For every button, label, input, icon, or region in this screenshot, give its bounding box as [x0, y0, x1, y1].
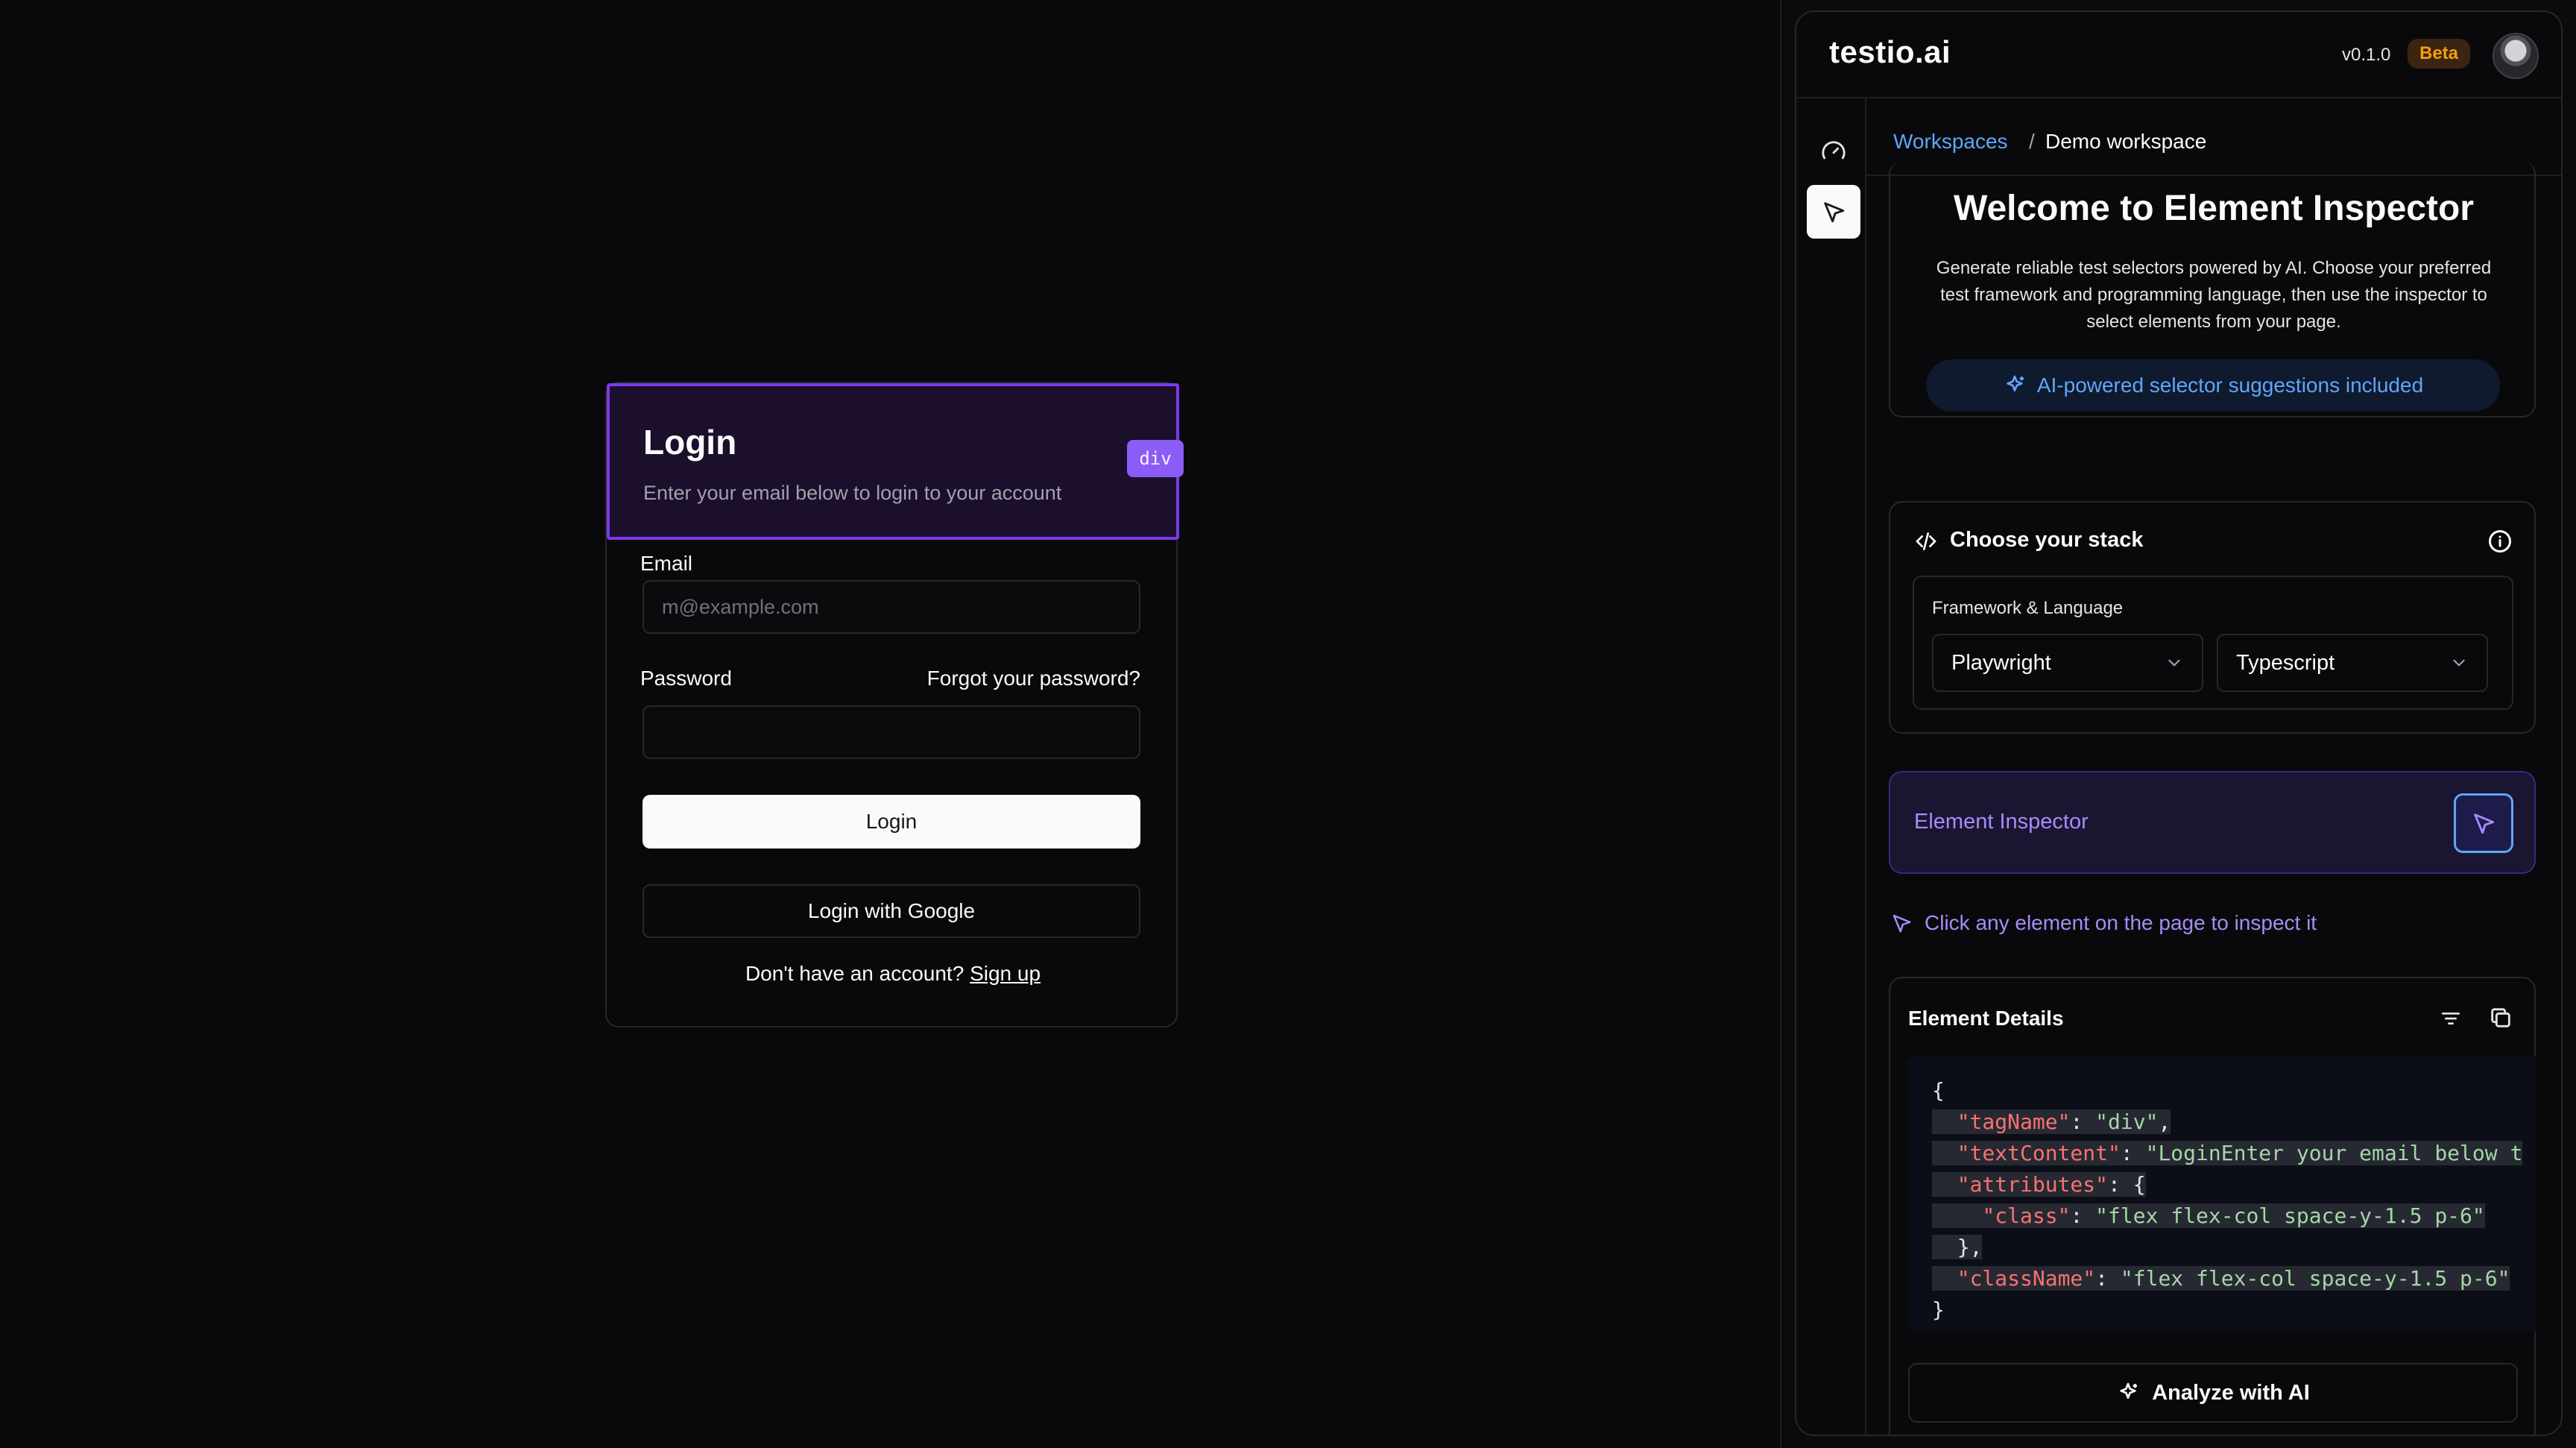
analyze-with-ai-label: Analyze with AI: [2152, 1380, 2310, 1405]
screen: Login Enter your email below to login to…: [0, 0, 2576, 1448]
json-value: "flex flex-col space-y-1.5 p-6": [2120, 1266, 2510, 1291]
breadcrumb-current: Demo workspace: [2045, 130, 2207, 153]
json-key: "attributes": [1957, 1172, 2109, 1197]
copy-icon[interactable]: [2488, 1005, 2513, 1030]
side-rail: [1796, 98, 1866, 1435]
chevron-down-icon: [2168, 659, 2180, 667]
welcome-title: Welcome to Element Inspector: [1954, 189, 2474, 228]
login-google-button[interactable]: Login with Google: [643, 884, 1140, 938]
brand-logo: testio.ai: [1829, 34, 1951, 69]
version-label: v0.1.0: [2342, 45, 2391, 65]
password-label: Password: [640, 667, 732, 690]
filter-icon[interactable]: [2439, 1007, 2463, 1030]
inspector-toggle-button[interactable]: [2454, 793, 2513, 853]
signup-row: Don't have an account? Sign up: [607, 962, 1179, 986]
stack-card: Choose your stack Framework & Language P…: [1889, 501, 2536, 734]
no-account-text: Don't have an account?: [745, 962, 965, 985]
element-json-viewer[interactable]: { "tagName": "div", "textContent": "Logi…: [1908, 1056, 2536, 1332]
dashboard-nav-button[interactable]: [1807, 124, 1860, 177]
inspector-panel: testio.ai v0.1.0 Beta Workspaces / Demo …: [1795, 10, 2563, 1436]
email-field[interactable]: m@example.com: [643, 580, 1140, 634]
json-key: "tagName": [1957, 1109, 2071, 1134]
inspected-page: Login Enter your email below to login to…: [0, 0, 1781, 1448]
json-value: "LoginEnter your email below t: [2145, 1141, 2523, 1165]
panel-header: testio.ai v0.1.0 Beta: [1796, 12, 2561, 98]
forgot-password-link[interactable]: Forgot your password?: [927, 667, 1140, 690]
json-key: "className": [1957, 1266, 2096, 1291]
login-title: Login: [643, 423, 737, 462]
code-icon: [1916, 532, 1936, 550]
json-key: "class": [1982, 1203, 2071, 1228]
signup-link[interactable]: Sign up: [970, 962, 1041, 985]
ai-suggestions-pill: AI-powered selector suggestions included: [1926, 359, 2500, 412]
email-label: Email: [640, 552, 693, 575]
inspector-hint: Click any element on the page to inspect…: [1890, 911, 2317, 935]
element-inspector-card: Element Inspector: [1889, 771, 2536, 874]
panel-content: Welcome to Element Inspector Generate re…: [1866, 161, 2561, 1435]
sparkles-icon: [2007, 375, 2024, 391]
beta-badge: Beta: [2408, 39, 2471, 69]
sparkles-icon: [2120, 1382, 2138, 1399]
gauge-icon: [1822, 141, 1846, 160]
login-button[interactable]: Login: [643, 795, 1140, 849]
element-details-card: Element Details { "tagName": "div", "tex…: [1889, 977, 2536, 1435]
cursor-icon: [1892, 914, 1911, 933]
framework-select[interactable]: Playwright: [1932, 634, 2203, 692]
avatar[interactable]: [2493, 33, 2539, 79]
framework-select-value: Playwright: [1951, 650, 2051, 675]
inspector-hint-text: Click any element on the page to inspect…: [1925, 911, 2317, 934]
login-subtitle: Enter your email below to login to your …: [643, 482, 1062, 504]
welcome-card: Welcome to Element Inspector Generate re…: [1889, 161, 2536, 418]
language-select[interactable]: Typescript: [2217, 634, 2488, 692]
ai-suggestions-text: AI-powered selector suggestions included: [2036, 374, 2424, 397]
json-close-brace: }: [1932, 1297, 1945, 1322]
analyze-with-ai-button[interactable]: Analyze with AI: [1908, 1363, 2518, 1423]
element-details-title: Element Details: [1908, 1007, 2064, 1030]
framework-language-group: Framework & Language Playwright Typescri…: [1913, 576, 2513, 710]
framework-language-label: Framework & Language: [1932, 598, 2124, 618]
cursor-icon: [2474, 813, 2495, 834]
breadcrumb-workspaces-link[interactable]: Workspaces: [1893, 130, 2008, 154]
inspected-header-highlight[interactable]: Login Enter your email below to login to…: [607, 383, 1179, 540]
json-open-brace: {: [1932, 1078, 1945, 1103]
cursor-icon: [1824, 202, 1845, 223]
breadcrumb-separator: /: [2029, 130, 2035, 153]
inspector-nav-button[interactable]: [1807, 185, 1860, 239]
element-inspector-label: Element Inspector: [1914, 810, 2089, 834]
inspect-tag-badge: div: [1127, 440, 1184, 477]
json-value: "flex flex-col space-y-1.5 p-6": [2095, 1203, 2485, 1228]
login-card: Login Enter your email below to login to…: [605, 382, 1179, 1027]
stack-title: Choose your stack: [1950, 528, 2144, 552]
welcome-description: Generate reliable test selectors powered…: [1936, 258, 2492, 332]
language-select-value: Typescript: [2236, 650, 2335, 675]
chevron-down-icon: [2453, 659, 2465, 667]
info-icon[interactable]: [2487, 528, 2513, 555]
password-field[interactable]: [643, 705, 1140, 759]
json-value: "div": [2095, 1109, 2159, 1134]
json-key: "textContent": [1957, 1141, 2121, 1165]
